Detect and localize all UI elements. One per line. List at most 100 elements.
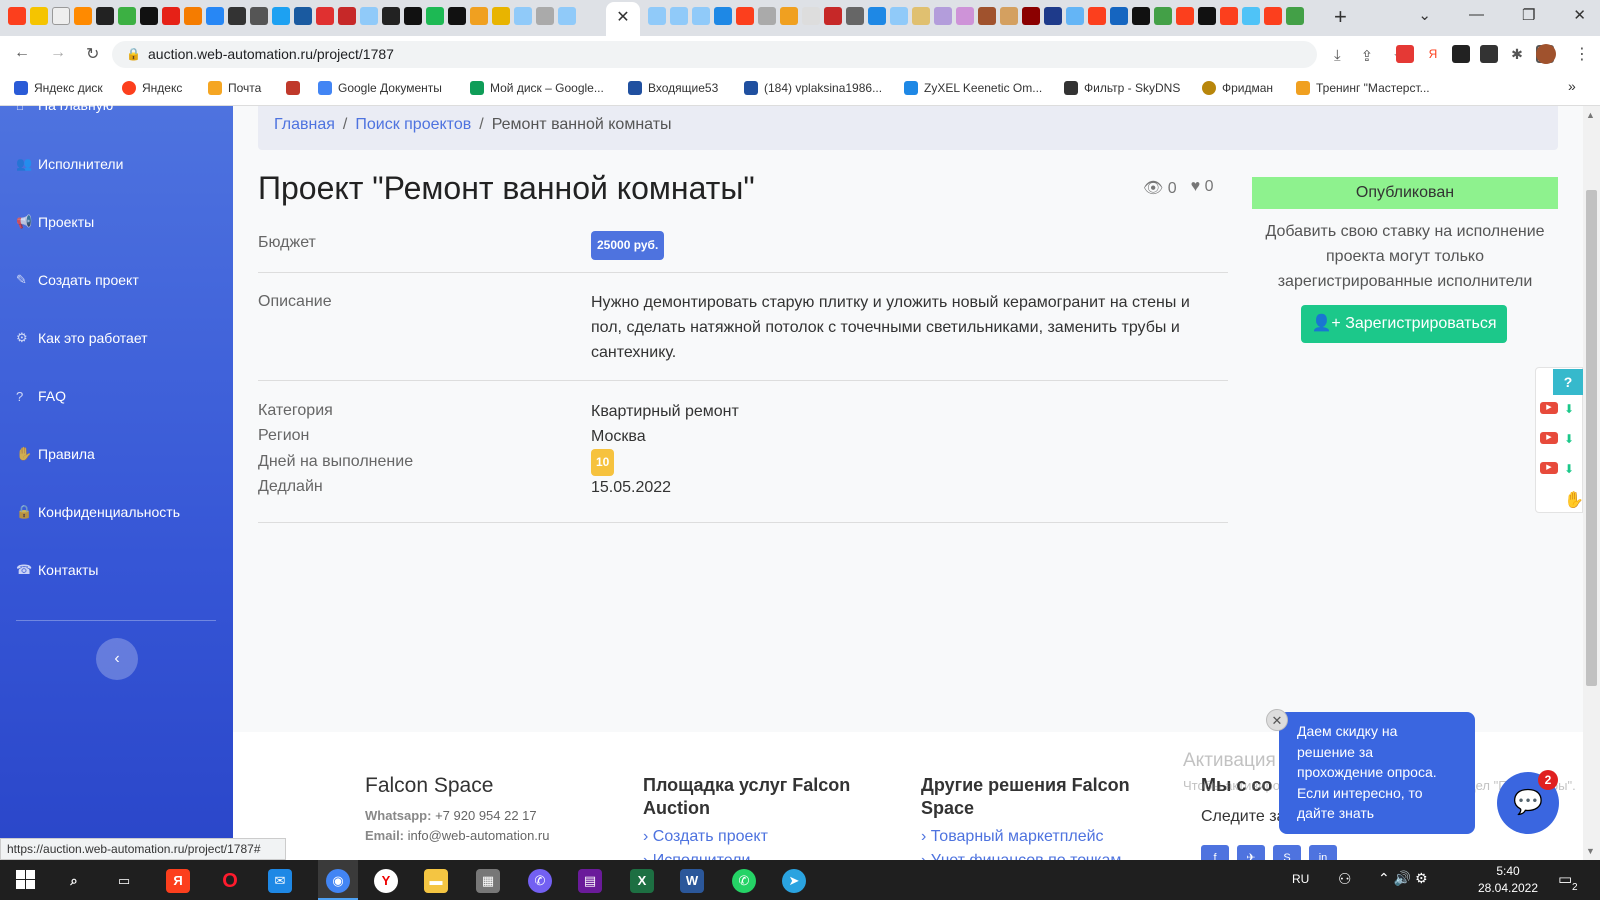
sidebar-item-privacy[interactable]: 🔒 Конфиденциальность — [16, 504, 180, 520]
mail-icon[interactable]: ✉ — [268, 869, 292, 893]
youtube-icon[interactable]: ▶ — [1540, 432, 1558, 444]
download-icon[interactable]: ⬇ — [1564, 402, 1578, 416]
news-extension-icon[interactable] — [1480, 45, 1498, 63]
sidebar-toggle-button[interactable]: ‹ — [96, 638, 138, 680]
app-icon[interactable]: ▤ — [578, 869, 602, 893]
windows-start-icon[interactable] — [16, 870, 35, 889]
active-tab[interactable]: ✕ — [606, 2, 640, 36]
minimize-icon[interactable]: — — [1469, 6, 1484, 24]
maximize-icon[interactable]: ❐ — [1522, 6, 1535, 24]
sidebar-item-performers[interactable]: 👥 Исполнители — [16, 156, 123, 172]
bookmark-item[interactable]: Тренинг "Мастерст... — [1296, 81, 1430, 95]
tab-favicons-right[interactable] — [648, 7, 1304, 25]
telegram-icon[interactable]: ➤ — [782, 869, 806, 893]
heart-icon[interactable]: ♥ — [1191, 178, 1201, 195]
download-icon[interactable]: ⬇ — [1564, 432, 1578, 446]
bookmarks-more-icon[interactable]: » — [1568, 78, 1576, 94]
clock-date[interactable]: 28.04.2022 — [1468, 881, 1548, 895]
bookmark-item[interactable]: Яндекс диск — [14, 81, 103, 95]
scroll-up-icon[interactable]: ▲ — [1586, 110, 1595, 120]
bookmark-item[interactable]: Мой диск – Google... — [470, 81, 604, 95]
task-view-icon[interactable]: ▭ — [112, 869, 136, 893]
sidebar-item-rules[interactable]: ✋ Правила — [16, 446, 95, 462]
tray-icons[interactable]: ⌃ 🔊 ⚙ — [1378, 870, 1428, 887]
bookmark-item[interactable]: Яндекс — [122, 81, 182, 95]
bookmark-item[interactable]: (184) vplaksina1986... — [744, 81, 882, 95]
user-plus-icon: 👤+ — [1311, 315, 1341, 332]
sidebar: ⌂ На главную 👥 Исполнители 📢 Проекты ✎ Созда… — [0, 97, 233, 860]
bookmark-item[interactable]: ZyXEL Keenetic Om... — [904, 81, 1042, 95]
region-label: Регион — [258, 427, 310, 444]
word-icon[interactable]: W — [680, 869, 704, 893]
whatsapp-icon[interactable]: ✆ — [732, 869, 756, 893]
yandex-extension-icon[interactable]: Я — [1424, 45, 1442, 63]
notifications-icon[interactable]: ▭ — [1558, 870, 1572, 888]
chat-popup[interactable]: Даем скидку на решение за прохождение оп… — [1279, 712, 1475, 834]
sidebar-item-projects[interactable]: 📢 Проекты — [16, 214, 94, 230]
people-icon[interactable]: ⚇ — [1338, 870, 1351, 888]
new-tab-button[interactable]: + — [1334, 4, 1347, 30]
close-tab-icon[interactable]: ✕ — [616, 9, 629, 26]
youtube-icon[interactable]: ▶ — [1540, 402, 1558, 414]
opera-icon[interactable]: O — [218, 869, 242, 893]
extensions-area: Я ✱ — [1396, 45, 1554, 63]
breadcrumb-search-link[interactable]: Поиск проектов — [355, 116, 471, 133]
likes-counter[interactable]: ♥ 0 — [1191, 178, 1214, 198]
back-icon[interactable]: ← — [14, 44, 30, 64]
days-badge: 10 — [591, 449, 615, 476]
reload-icon[interactable]: ↻ — [86, 44, 99, 64]
breadcrumb-home-link[interactable]: Главная — [274, 116, 335, 133]
adblock-extension-icon[interactable] — [1396, 45, 1414, 63]
file-explorer-icon[interactable]: ▬ — [424, 869, 448, 893]
bookmark-item[interactable]: Фильтр - SkyDNS — [1064, 81, 1180, 95]
sidebar-item-create-project[interactable]: ✎ Создать проект — [16, 272, 139, 288]
bookmark-item[interactable]: Входящие53 — [628, 81, 718, 95]
url-input[interactable]: 🔒 auction.web-automation.ru/project/1787… — [112, 41, 1407, 68]
share-icon[interactable]: ⇪ — [1361, 47, 1374, 65]
sidebar-item-contacts[interactable]: ☎ Контакты — [16, 562, 98, 578]
help-icon[interactable]: ? — [1553, 369, 1583, 395]
download-icon[interactable]: ⬇ — [1564, 462, 1578, 476]
chrome-icon[interactable]: ◉ — [326, 869, 350, 893]
browser-menu-icon[interactable]: ⋮ — [1574, 44, 1590, 64]
scroll-down-icon[interactable]: ▼ — [1586, 846, 1595, 856]
install-icon[interactable]: ⤓ — [1334, 47, 1341, 65]
tab-favicons[interactable] — [8, 7, 576, 25]
helper-video-row: ▶ ⬇ — [1540, 402, 1578, 416]
sidebar-item-home[interactable]: ⌂ На главную — [16, 97, 113, 113]
tab-search-icon[interactable]: ⌄ — [1418, 6, 1431, 24]
close-window-icon[interactable]: ✕ — [1573, 6, 1586, 24]
days-label: Дней на выполнение — [258, 453, 414, 470]
footer-link-marketplace[interactable]: › Товарный маркетплейс — [921, 828, 1104, 846]
bookmark-item[interactable]: Почта — [208, 81, 261, 95]
chat-popup-close-icon[interactable]: ✕ — [1266, 709, 1288, 731]
app-icon[interactable]: ▦ — [476, 869, 500, 893]
lock-icon[interactable]: 🔒 — [126, 47, 141, 61]
youtube-icon[interactable]: ▶ — [1540, 462, 1558, 474]
hand-pointer-icon[interactable]: ✋ — [1564, 490, 1584, 510]
handshake-icon: ☎ — [16, 562, 33, 577]
category-value: Квартирный ремонт — [591, 403, 739, 420]
bookmark-item[interactable]: Google Документы — [318, 81, 442, 95]
register-button[interactable]: 👤+ Зарегистрироваться — [1301, 305, 1507, 343]
sidebar-item-faq[interactable]: ? FAQ — [16, 388, 66, 404]
bookmark-item[interactable] — [286, 81, 306, 95]
yandex-browser-icon[interactable]: Я — [166, 869, 190, 893]
sidebar-item-how-it-works[interactable]: ⚙ Как это работает — [16, 330, 148, 346]
language-indicator[interactable]: RU — [1292, 872, 1309, 886]
yandex-icon[interactable]: Y — [374, 869, 398, 893]
profile-avatar[interactable] — [1536, 44, 1556, 64]
clock-time[interactable]: 5:40 — [1478, 864, 1538, 878]
viber-icon[interactable]: ✆ — [528, 869, 552, 893]
forward-icon[interactable]: → — [50, 44, 66, 64]
search-icon[interactable]: ⌕ — [62, 869, 86, 893]
bookmark-item[interactable]: Фридман — [1202, 81, 1273, 95]
scrollbar-thumb[interactable] — [1586, 190, 1597, 686]
extension-icon[interactable] — [1452, 45, 1470, 63]
edit-icon: ✎ — [16, 272, 27, 287]
breadcrumb-separator: / — [479, 116, 484, 133]
url-text[interactable]: auction.web-automation.ru/project/1787 — [148, 46, 394, 62]
footer-link-create-project[interactable]: › Создать проект — [643, 828, 768, 846]
excel-icon[interactable]: X — [630, 869, 654, 893]
puzzle-icon[interactable]: ✱ — [1508, 45, 1526, 63]
